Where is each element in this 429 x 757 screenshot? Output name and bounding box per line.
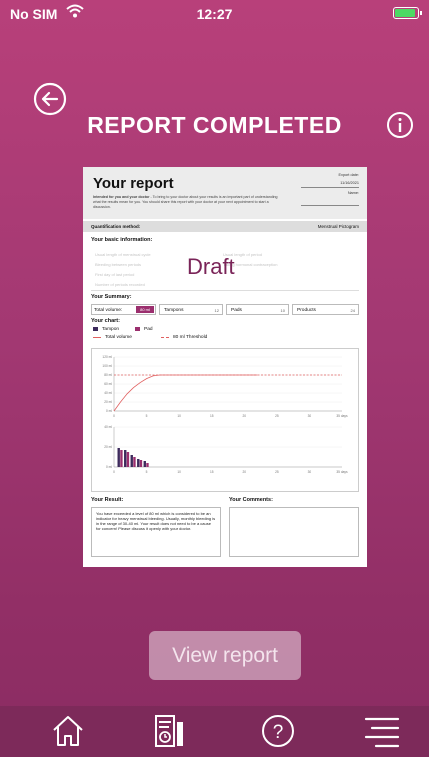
x-tick-label: 30 (308, 414, 312, 418)
y-tick-label: 60 ml (104, 382, 112, 386)
bar-pad (120, 450, 123, 467)
y-tick-label: 20 ml (104, 445, 112, 449)
x-tick-label: 15 (210, 470, 214, 474)
result-box: You have exceeded a level of 80 ml which… (91, 507, 221, 557)
x-tick-label: 20 (243, 414, 247, 418)
x-tick-label: 30 (308, 470, 312, 474)
export-date-value: 11/16/2021 (340, 181, 359, 185)
export-date-label: Export date: (338, 173, 359, 177)
report-subtitle: Intended for you and your doctor - To br… (93, 195, 278, 209)
y-tick-label: 100 ml (102, 364, 112, 368)
view-report-button[interactable]: View report (149, 631, 301, 680)
bar-tampon (137, 459, 140, 467)
x-tick-label: 35 days (336, 470, 348, 474)
bar-pad (126, 452, 130, 467)
comments-box (229, 507, 359, 557)
tab-report[interactable] (147, 712, 191, 750)
report-preview[interactable]: Your report Intended for you and your do… (83, 167, 367, 567)
basic-info-line: Usual length of menstrual cycle (95, 252, 151, 257)
chart-heading: Your chart: (91, 318, 120, 324)
x-tick-label: 5 (146, 414, 148, 418)
x-tick-label: 25 (275, 414, 279, 418)
report-icon (155, 715, 183, 747)
bar-tampon (124, 450, 127, 467)
quant-method-label: Quantification method: (91, 224, 141, 229)
svg-text:?: ? (273, 722, 284, 743)
menu-icon (364, 717, 400, 748)
y-tick-label: 120 ml (102, 355, 112, 359)
info-button[interactable] (386, 111, 414, 139)
y-tick-label: 40 ml (104, 425, 112, 429)
summary-pads: Pads 10 (226, 304, 289, 315)
tab-bar: ? (0, 706, 429, 757)
x-tick-label: 15 (210, 414, 214, 418)
quant-method-value: Menstrual Pictogram (317, 224, 359, 229)
info-icon (387, 112, 413, 138)
y-tick-label: 40 ml (104, 391, 112, 395)
x-tick-label: 35 days (336, 414, 348, 418)
basic-info-line: First day of last period (95, 272, 135, 277)
x-tick-label: 5 (146, 470, 148, 474)
tab-menu[interactable] (360, 712, 404, 750)
summary-total: Total volume: 80 ml (91, 304, 156, 315)
bar-pad (133, 457, 136, 467)
tab-home[interactable] (46, 712, 90, 750)
status-bar: No SIM 12:27 (0, 0, 429, 28)
bar-tampon (117, 448, 120, 467)
x-tick-label: 10 (177, 470, 181, 474)
summary-heading: Your Summary: (91, 294, 132, 300)
summary-products: Products 24 (292, 304, 359, 315)
bar-tampon (143, 461, 146, 467)
page-title: REPORT COMPLETED (87, 112, 342, 138)
back-button[interactable] (33, 82, 67, 116)
chart-svg: 0 ml20 ml40 ml60 ml80 ml100 ml120 ml0 5 10… (102, 355, 348, 474)
bar-pad (139, 460, 143, 467)
basic-info-heading: Your basic information: (91, 237, 153, 243)
comments-heading: Your Comments: (229, 497, 273, 503)
x-tick-label: 20 (243, 470, 247, 474)
bar-tampon (130, 455, 133, 467)
result-heading: Your Result: (91, 497, 124, 503)
x-tick-label: 10 (177, 414, 181, 418)
back-arrow-icon (33, 82, 67, 116)
y-tick-label: 0 ml (106, 465, 112, 469)
y-tick-label: 0 ml (106, 409, 112, 413)
report-title: Your report (93, 175, 174, 192)
draft-watermark: Draft (187, 254, 235, 279)
bar-pad (146, 463, 149, 467)
x-tick-label: 25 (275, 470, 279, 474)
summary-tampons: Tampons 12 (159, 304, 223, 315)
basic-info-line: Number of periods recorded (95, 282, 145, 287)
clock-label: 12:27 (196, 6, 233, 22)
help-icon: ? (262, 715, 294, 747)
x-tick-label: 0 (113, 414, 115, 418)
y-tick-label: 80 ml (104, 373, 112, 377)
tab-help[interactable]: ? (256, 712, 300, 750)
x-tick-label: 0 (113, 470, 115, 474)
chart-area: 0 ml 20 ml 40 ml 60 ml 80 ml 100 ml 120 ml 0 5 10… (91, 348, 359, 492)
quantification-bar: Quantification method: Menstrual Pictogr… (83, 221, 367, 232)
battery-icon (393, 7, 422, 19)
home-icon (53, 716, 83, 746)
report-header: Your report Intended for you and your do… (83, 167, 367, 219)
basic-info-line: Bleeding between periods (95, 262, 142, 267)
y-tick-label: 20 ml (104, 400, 112, 404)
name-label: Name: (347, 191, 359, 195)
